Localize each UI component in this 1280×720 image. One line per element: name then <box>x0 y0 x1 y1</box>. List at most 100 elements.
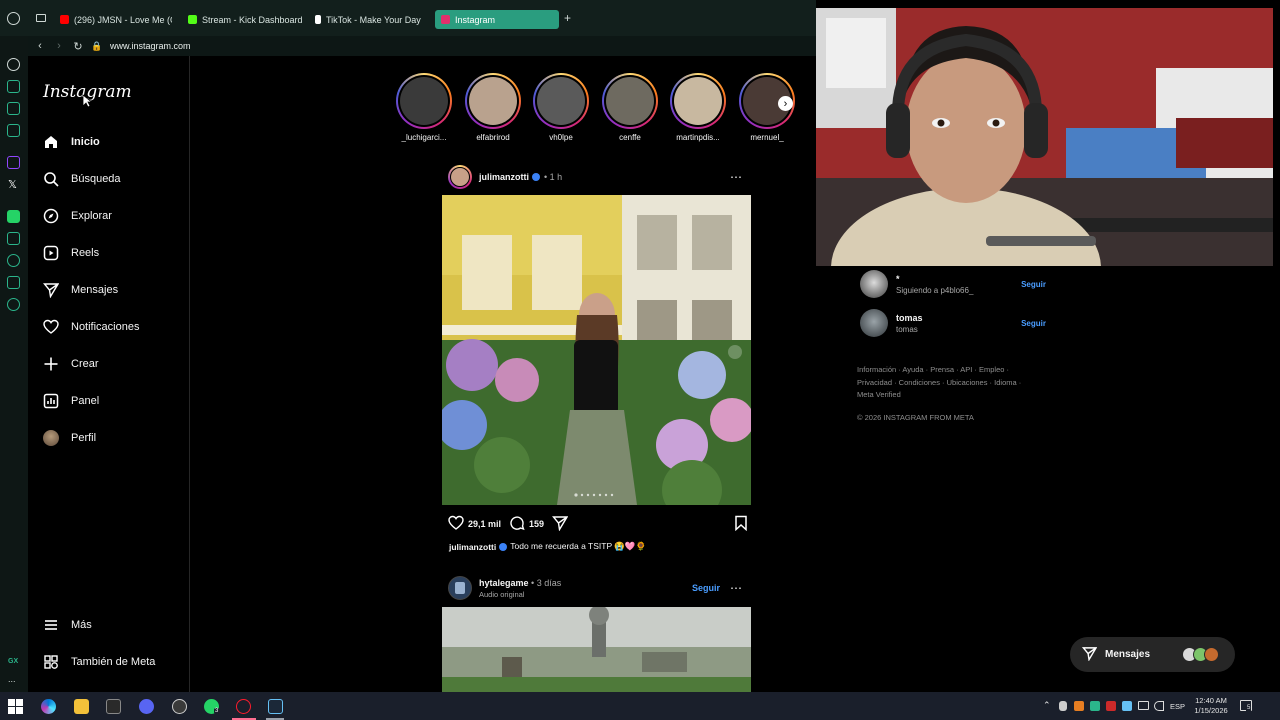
copilot-icon[interactable] <box>41 699 56 714</box>
youtube-icon <box>60 15 69 24</box>
network-icon[interactable] <box>1138 701 1149 710</box>
verified-badge-icon <box>532 173 540 181</box>
tab-tiktok[interactable]: TikTok - Make Your Day <box>309 10 429 29</box>
suggestion-item: * Siguiendo a p4blo66_ Seguir <box>860 270 1050 298</box>
history-icon[interactable] <box>7 58 20 71</box>
save-icon[interactable] <box>734 515 748 533</box>
volume-icon[interactable] <box>1154 701 1164 711</box>
post-avatar[interactable] <box>448 165 472 189</box>
tab-instagram[interactable]: Instagram <box>435 10 559 29</box>
pinboard-icon[interactable] <box>7 102 20 115</box>
follow-button[interactable]: Seguir <box>692 583 720 593</box>
whatsapp-icon[interactable] <box>7 210 20 223</box>
follow-button[interactable]: Seguir <box>1021 280 1046 289</box>
follow-button[interactable]: Seguir <box>1021 319 1046 328</box>
reload-icon[interactable]: ↻ <box>71 39 85 53</box>
x-icon[interactable]: 𝕏 <box>8 178 21 191</box>
forward-icon[interactable]: › <box>52 39 66 53</box>
nav-mensajes[interactable]: Mensajes <box>42 277 118 303</box>
post-options-icon[interactable]: ⋯ <box>730 581 743 595</box>
caption-text: Todo me recuerda a TSITP 😭🩷🌻 <box>510 541 647 551</box>
nav-explorar[interactable]: Explorar <box>42 203 112 229</box>
url-field[interactable]: www.instagram.com <box>110 41 191 51</box>
post-time: • 1 h <box>544 172 563 182</box>
like-icon[interactable] <box>448 515 464 533</box>
nav-tambien-de-meta[interactable]: También de Meta <box>42 649 155 675</box>
tab-kick[interactable]: Stream - Kick Dashboard <box>182 10 304 29</box>
story-item[interactable]: elfabrirod <box>463 73 523 142</box>
clock-icon[interactable] <box>7 254 20 267</box>
back-icon[interactable]: ‹ <box>33 39 47 53</box>
suggestion-name[interactable]: tomas <box>896 313 923 323</box>
opera-logo-icon[interactable] <box>7 12 20 25</box>
suggestion-avatar[interactable] <box>860 309 888 337</box>
messages-pill[interactable]: Mensajes <box>1070 637 1235 672</box>
nav-notificaciones[interactable]: Notificaciones <box>42 314 139 340</box>
obs-icon[interactable] <box>172 699 187 714</box>
nav-reels[interactable]: Reels <box>42 240 99 266</box>
post-username[interactable]: julimanzotti <box>479 172 529 182</box>
story-avatar <box>400 77 448 125</box>
gx-label[interactable]: GX <box>8 658 18 665</box>
tray-app-icon[interactable] <box>1106 701 1116 711</box>
nav-mas[interactable]: Más <box>42 612 92 638</box>
language-indicator[interactable]: ESP <box>1170 702 1185 711</box>
windows-start-icon[interactable] <box>8 699 23 714</box>
nav-panel[interactable]: Panel <box>42 388 99 414</box>
comment-icon[interactable] <box>509 515 525 533</box>
steam-icon[interactable] <box>268 699 283 714</box>
settings-icon[interactable] <box>7 298 20 311</box>
comment-count[interactable]: 159 <box>529 519 544 529</box>
extensions-icon[interactable] <box>7 276 20 289</box>
clock-time[interactable]: 12:40 AM <box>1194 696 1228 705</box>
nav-crear[interactable]: Crear <box>42 351 99 377</box>
suggestion-avatar[interactable] <box>860 270 888 298</box>
tray-app-icon[interactable] <box>1074 701 1084 711</box>
discord-icon[interactable] <box>139 699 154 714</box>
tab-island-icon[interactable] <box>36 14 46 22</box>
new-tab-button[interactable]: + <box>564 11 571 25</box>
rail-more-icon[interactable]: ... <box>8 674 16 684</box>
tray-chevron-icon[interactable]: ⌃ <box>1043 700 1051 711</box>
story-item[interactable]: cenffe <box>600 73 660 142</box>
story-item[interactable]: martinpdis... <box>668 73 728 142</box>
caption-username[interactable]: julimanzotti <box>449 542 496 552</box>
address-bar: ‹ › ↻ 🔒 www.instagram.com <box>28 36 816 56</box>
microphone-icon[interactable] <box>1059 701 1067 711</box>
lock-icon: 🔒 <box>91 40 103 51</box>
copyright: © 2026 INSTAGRAM FROM META <box>857 413 974 422</box>
search-icon <box>42 171 59 188</box>
story-item[interactable]: _luchigarci... <box>394 73 454 142</box>
opera-gx-icon[interactable] <box>236 699 251 714</box>
messenger-icon[interactable] <box>7 124 20 137</box>
twitch-icon[interactable] <box>7 156 20 169</box>
aria-icon[interactable] <box>7 80 20 93</box>
steam-tray-icon[interactable] <box>1122 701 1132 711</box>
story-item[interactable]: vh0lpe <box>531 73 591 142</box>
post-actions: 29,1 mil 159 <box>448 514 748 534</box>
clock-date[interactable]: 1/15/2026 <box>1192 706 1230 715</box>
epic-games-icon[interactable] <box>106 699 121 714</box>
tab-youtube[interactable]: (296) JMSN - Love Me (O <box>54 10 172 29</box>
tray-app-icon[interactable] <box>1090 701 1100 711</box>
suggestion-name[interactable]: * <box>896 274 973 284</box>
post-username[interactable]: hytalegame <box>479 578 529 588</box>
post-avatar[interactable] <box>448 576 472 600</box>
post-audio[interactable]: Audio original <box>479 590 561 599</box>
stories-next-icon[interactable]: › <box>778 96 793 111</box>
story-avatar <box>537 77 585 125</box>
instagram-sidebar: Instagram Inicio Búsqueda Explorar Reels… <box>28 56 190 692</box>
file-explorer-icon[interactable] <box>74 699 89 714</box>
nav-busqueda[interactable]: Búsqueda <box>42 166 121 192</box>
like-count[interactable]: 29,1 mil <box>468 519 501 529</box>
footer-links[interactable]: Información · Ayuda · Prensa · API · Emp… <box>857 364 1037 402</box>
post-image[interactable] <box>437 195 754 520</box>
nav-inicio[interactable]: Inicio <box>42 129 100 155</box>
wallet-icon[interactable] <box>7 232 20 245</box>
nav-perfil[interactable]: Perfil <box>42 425 96 451</box>
post-options-icon[interactable]: ⋯ <box>730 170 743 184</box>
webcam-overlay <box>816 8 1273 266</box>
post-image[interactable] <box>442 605 751 692</box>
browser-tab-bar: (296) JMSN - Love Me (O Stream - Kick Da… <box>0 0 816 36</box>
share-icon[interactable] <box>552 515 569 533</box>
